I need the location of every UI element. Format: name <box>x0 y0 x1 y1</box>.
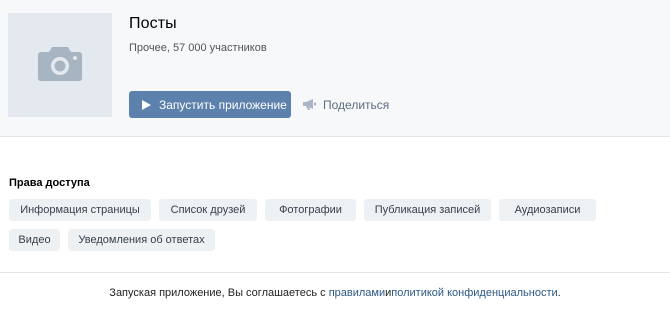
privacy-policy-link[interactable]: политикой конфиденциальности <box>391 287 557 299</box>
permission-chip: Уведомления об ответах <box>68 229 215 251</box>
play-icon <box>142 99 151 110</box>
rules-link[interactable]: правилами <box>329 287 385 299</box>
app-title: Посты <box>129 15 177 32</box>
permission-chip: Фотографии <box>265 199 356 221</box>
permission-chip: Видео <box>9 229 60 251</box>
app-meta: Прочее, 57 000 участников <box>129 42 267 54</box>
app-cover <box>8 13 112 117</box>
terms-footer: Запуская приложение, Вы соглашаетесь с п… <box>0 272 670 312</box>
share-button[interactable]: Поделиться <box>303 91 389 118</box>
terms-suffix: . <box>557 286 561 299</box>
permission-chip: Публикация записей <box>364 199 491 221</box>
permissions-list: Информация страницы Список друзей Фотогр… <box>9 199 649 251</box>
launch-app-button[interactable]: Запустить приложение <box>129 91 291 118</box>
permission-chip: Аудиозаписи <box>499 199 596 221</box>
app-page: Посты Прочее, 57 000 участников Запустит… <box>0 0 670 312</box>
permissions-title: Права доступа <box>9 177 90 189</box>
launch-app-label: Запустить приложение <box>159 97 287 112</box>
permission-chip: Информация страницы <box>9 199 151 221</box>
camera-icon <box>37 44 83 87</box>
terms-prefix: Запуская приложение, Вы соглашаетесь с <box>109 286 326 299</box>
share-label: Поделиться <box>323 97 390 112</box>
app-header: Посты Прочее, 57 000 участников Запустит… <box>0 0 670 137</box>
permission-chip: Список друзей <box>159 199 257 221</box>
megaphone-icon <box>303 99 316 110</box>
